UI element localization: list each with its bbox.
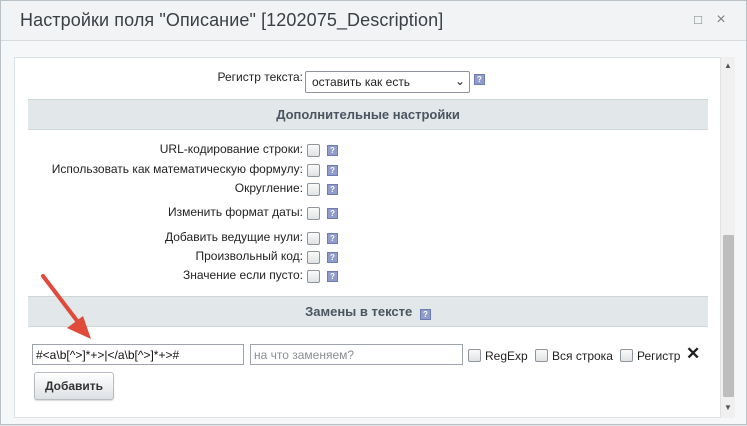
text-replacements-header: Замены в тексте ? [28, 296, 708, 327]
option-label: Произвольный код: [195, 249, 303, 263]
option-label: Изменить формат даты: [167, 205, 303, 219]
option-label: URL-кодирование строки: [159, 142, 303, 156]
dialog-titlebar[interactable]: Настройки поля "Описание" [1202075_Descr… [1, 1, 746, 41]
scroll-up-icon[interactable]: ▲ [724, 61, 732, 70]
case-row: Регистр текста: оставить как есть ⌄ ? [15, 65, 715, 93]
additional-settings-header: Дополнительные настройки [28, 99, 708, 130]
help-icon[interactable]: ? [327, 145, 338, 156]
replace-with-input[interactable]: на что заменяем? [250, 344, 463, 365]
regexp-option[interactable]: RegExp [468, 349, 528, 363]
replacements-title: Замены в тексте [305, 304, 413, 319]
close-icon[interactable]: × [713, 12, 729, 28]
remove-replacement-icon[interactable]: ✕ [686, 344, 700, 364]
empty-value-checkbox[interactable] [307, 270, 320, 283]
content-scrollbar[interactable]: ▲ ▼ [720, 57, 735, 418]
option-row-custom-code: Произвольный код: ? [15, 247, 715, 267]
custom-code-checkbox[interactable] [307, 251, 320, 264]
scroll-down-icon[interactable]: ▼ [724, 403, 732, 412]
case-sensitive-checkbox[interactable] [620, 349, 633, 362]
scrollbar-thumb[interactable] [723, 235, 734, 397]
option-row-leading-zeros: Добавить ведущие нули: ? [15, 228, 715, 248]
option-row-math-formula: Использовать как математическую формулу:… [15, 160, 715, 180]
chevron-down-icon: ⌄ [454, 74, 465, 88]
settings-content: Регистр текста: оставить как есть ⌄ ? До… [14, 57, 735, 418]
leading-zeros-checkbox[interactable] [307, 232, 320, 245]
help-icon[interactable]: ? [327, 271, 338, 282]
option-row-empty-value: Значение если пусто: ? [15, 266, 715, 286]
dialog-title: Настройки поля "Описание" [1202075_Descr… [20, 10, 444, 30]
help-icon[interactable]: ? [474, 74, 485, 85]
option-label: Добавить ведущие нули: [164, 230, 303, 244]
url-encode-checkbox[interactable] [307, 144, 320, 157]
math-formula-checkbox[interactable] [307, 164, 320, 177]
case-sensitive-label: Регистр [637, 349, 681, 363]
case-sensitive-option[interactable]: Регистр [620, 349, 680, 363]
settings-dialog: Настройки поля "Описание" [1202075_Descr… [0, 0, 747, 425]
help-icon[interactable]: ? [327, 165, 338, 176]
help-icon[interactable]: ? [327, 208, 338, 219]
option-label: Округление: [234, 181, 303, 195]
help-icon[interactable]: ? [327, 233, 338, 244]
case-label: Регистр текста: [217, 70, 303, 84]
whole-string-checkbox[interactable] [535, 349, 548, 362]
date-format-checkbox[interactable] [307, 207, 320, 220]
rounding-checkbox[interactable] [307, 183, 320, 196]
regexp-checkbox[interactable] [468, 349, 481, 362]
search-pattern-input[interactable]: #<a\b[^>]*+>|</a\b[^>]*+># [32, 344, 244, 365]
help-icon[interactable]: ? [327, 252, 338, 263]
whole-string-option[interactable]: Вся строка [535, 349, 613, 363]
regexp-label: RegExp [485, 349, 528, 363]
option-label: Значение если пусто: [183, 268, 303, 282]
help-icon[interactable]: ? [327, 184, 338, 195]
option-row-url-encode: URL-кодирование строки: ? [15, 140, 715, 160]
add-replacement-button[interactable]: Добавить [34, 372, 114, 400]
option-row-date-format: Изменить формат даты: ? [15, 203, 715, 223]
whole-string-label: Вся строка [552, 349, 613, 363]
case-select-value: оставить как есть [312, 75, 411, 89]
option-label: Использовать как математическую формулу: [51, 162, 303, 176]
maximize-icon[interactable]: □ [690, 12, 706, 28]
option-row-rounding: Округление: ? [15, 179, 715, 199]
help-icon[interactable]: ? [419, 309, 431, 320]
case-select[interactable]: оставить как есть ⌄ [305, 71, 470, 93]
